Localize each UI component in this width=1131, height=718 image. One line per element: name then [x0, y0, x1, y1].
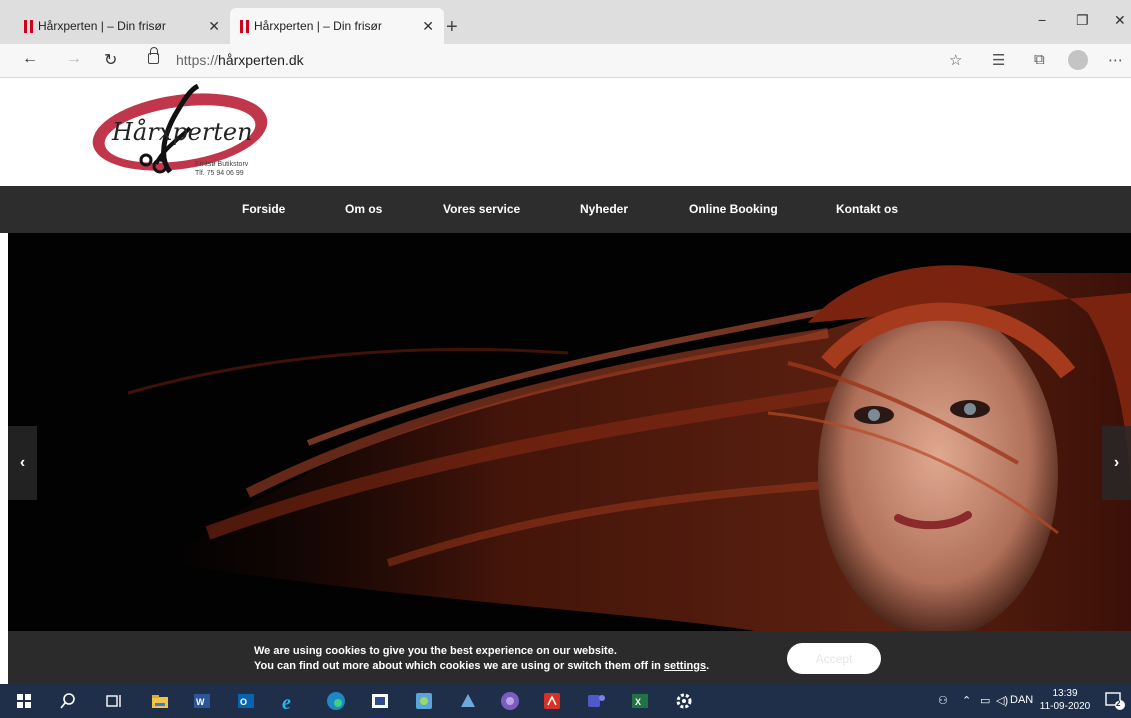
contact-address: Erritsø Butikstorv: [195, 161, 249, 168]
nav-item-kontakt-os[interactable]: Kontakt os: [836, 202, 898, 216]
outlook-icon[interactable]: O: [236, 691, 256, 711]
chevron-up-icon[interactable]: ⌃: [962, 694, 971, 707]
cookie-message-text: You can find out more about which cookie…: [254, 660, 664, 672]
accept-cookies-button[interactable]: Accept: [787, 643, 881, 674]
system-clock[interactable]: 13:39 11-09-2020: [1036, 687, 1094, 713]
nav-item-vores-service[interactable]: Vores service: [443, 202, 520, 216]
clock-time: 13:39: [1052, 688, 1078, 699]
windows-taskbar: W O e X ⚇ ⌃ ▭ ◁) DAN 13:39 11-09-2020 2: [0, 684, 1131, 718]
nav-item-forside[interactable]: Forside: [242, 202, 285, 216]
search-icon[interactable]: [58, 691, 78, 711]
cookie-message-line1: We are using cookies to give you the bes…: [254, 645, 617, 657]
new-tab-button[interactable]: +: [446, 16, 458, 39]
pdf-reader-icon[interactable]: [542, 691, 562, 711]
cookie-message-end: .: [706, 660, 710, 672]
chevron-left-icon: ‹: [19, 454, 26, 471]
favorite-star-icon[interactable]: ☆: [949, 51, 962, 69]
tab-title: Hårxperten | – Din frisør: [38, 19, 166, 33]
browser-tab-2[interactable]: Hårxperten | – Din frisør ✕: [230, 8, 444, 44]
browser-tab-strip: Hårxperten | – Din frisør ✕ Hårxperten |…: [0, 0, 1131, 44]
svg-text:O: O: [240, 697, 247, 707]
hero-photo: [8, 233, 1131, 633]
hero-slider-image: [8, 233, 1131, 633]
forward-arrow-icon[interactable]: →: [66, 50, 82, 68]
file-explorer-icon[interactable]: [150, 691, 170, 711]
language-indicator[interactable]: DAN: [1010, 694, 1033, 706]
word-icon[interactable]: W: [192, 691, 212, 711]
internet-explorer-icon[interactable]: e: [280, 691, 300, 714]
teams-icon[interactable]: [586, 691, 606, 711]
slider-prev-button[interactable]: ‹: [8, 426, 37, 500]
collections-icon[interactable]: ⧉: [1034, 51, 1045, 68]
svg-text:W: W: [196, 697, 205, 707]
tab-title: Hårxperten | – Din frisør: [254, 19, 382, 33]
minimize-button[interactable]: −: [1038, 12, 1046, 28]
nav-item-nyheder[interactable]: Nyheder: [580, 202, 628, 216]
close-window-button[interactable]: ✕: [1114, 12, 1126, 29]
address-bar: ← → ↻ https://hårxperten.dk ☆ ☰ ⧉ ⋯: [0, 44, 1131, 78]
edge-browser-icon[interactable]: [326, 691, 346, 711]
volume-icon[interactable]: ◁): [996, 694, 1008, 707]
nav-item-om-os[interactable]: Om os: [345, 202, 382, 216]
site-logo[interactable]: Hårxperten: [86, 83, 286, 184]
svg-text:e: e: [282, 692, 291, 711]
site-favicon-icon: [24, 20, 33, 33]
clock-date: 11-09-2020: [1039, 701, 1091, 712]
logo-contact-info: Erritsø Butikstorv Tlf. 75 94 06 99: [195, 160, 248, 178]
browser-tab-1[interactable]: Hårxperten | – Din frisør ✕: [14, 8, 230, 44]
site-header: Hårxperten Erritsø Butikstorv Tlf. 75 94…: [0, 78, 1131, 186]
restore-button[interactable]: ❐: [1076, 12, 1089, 29]
close-tab-icon[interactable]: ✕: [208, 18, 220, 35]
slider-next-button[interactable]: ›: [1102, 426, 1131, 500]
refresh-icon[interactable]: ↻: [104, 50, 117, 70]
settings-gear-icon[interactable]: [674, 691, 694, 711]
close-tab-icon[interactable]: ✕: [422, 18, 434, 35]
url-prefix: https://: [176, 52, 219, 68]
profile-avatar[interactable]: [1068, 50, 1088, 70]
cookie-settings-link[interactable]: settings: [664, 660, 706, 672]
favorites-list-icon[interactable]: ☰: [992, 51, 1005, 69]
notification-center-icon[interactable]: 2: [1104, 691, 1126, 711]
cookie-banner: We are using cookies to give you the bes…: [8, 631, 1131, 684]
site-favicon-icon: [240, 20, 249, 33]
cookie-message-line2: You can find out more about which cookie…: [254, 660, 709, 672]
nav-item-online-booking[interactable]: Online Booking: [689, 202, 778, 216]
excel-icon[interactable]: X: [630, 691, 650, 711]
windows-start-icon[interactable]: [14, 691, 34, 711]
task-view-icon[interactable]: [104, 691, 124, 711]
people-icon[interactable]: ⚇: [938, 694, 948, 707]
app-icon-1[interactable]: [370, 691, 390, 711]
web-page: Hårxperten Erritsø Butikstorv Tlf. 75 94…: [0, 78, 1131, 684]
main-navigation: Forside Om os Vores service Nyheder Onli…: [0, 186, 1131, 233]
contact-phone: Tlf. 75 94 06 99: [195, 170, 244, 177]
network-icon[interactable]: ▭: [980, 694, 990, 707]
logo-text: Hårxperten: [111, 117, 253, 146]
app-icon-2[interactable]: [414, 691, 434, 711]
app-icon-4[interactable]: [500, 691, 520, 711]
notification-count: 2: [1116, 699, 1121, 708]
svg-text:X: X: [635, 697, 641, 707]
app-icon-3[interactable]: [458, 691, 478, 711]
back-arrow-icon[interactable]: ←: [22, 50, 38, 68]
url-host: hårxperten.dk: [218, 52, 304, 68]
more-options-icon[interactable]: ⋯: [1108, 51, 1123, 69]
chevron-right-icon: ›: [1113, 454, 1120, 471]
url-field[interactable]: https://hårxperten.dk: [176, 52, 304, 68]
lock-icon: [148, 47, 159, 64]
